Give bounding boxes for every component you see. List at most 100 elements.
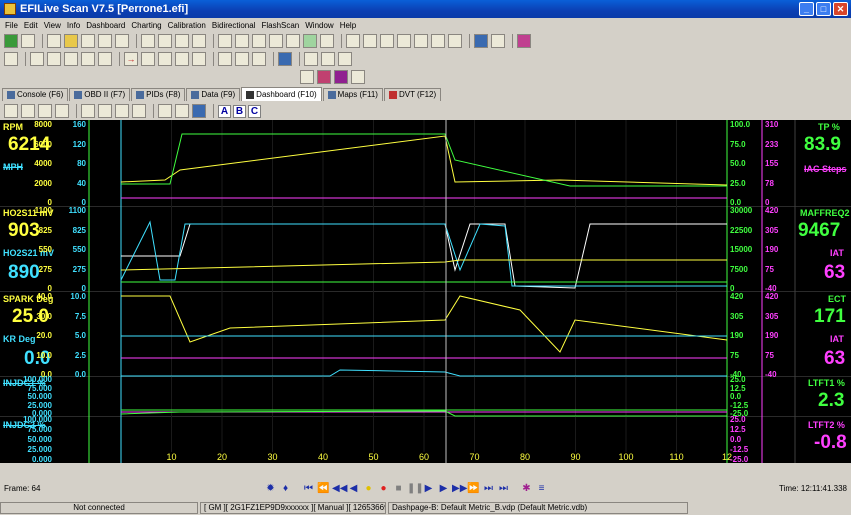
prev-marker-icon[interactable]: ⏪ <box>317 482 330 495</box>
menu-view[interactable]: View <box>41 21 64 30</box>
report-icon[interactable] <box>192 34 206 48</box>
probe-icon[interactable] <box>303 34 317 48</box>
zoom-out-icon[interactable] <box>397 34 411 48</box>
capture-icon[interactable] <box>218 34 232 48</box>
monitor-icon[interactable] <box>474 34 488 48</box>
next-marker-icon[interactable]: ⏩ <box>467 482 480 495</box>
flag-icon[interactable] <box>98 52 112 66</box>
prev-frame-icon[interactable]: ◀ <box>347 482 360 495</box>
disconnect-icon[interactable] <box>21 34 35 48</box>
open-folder-icon[interactable] <box>64 34 78 48</box>
next-frame-icon[interactable]: ▶ <box>437 482 450 495</box>
menu-help[interactable]: Help <box>337 21 359 30</box>
marker-icon[interactable]: ● <box>362 482 375 495</box>
tab-data[interactable]: Data (F9) <box>186 88 241 101</box>
record-icon[interactable]: ● <box>377 482 390 495</box>
tab-dashboard[interactable]: Dashboard (F10) <box>241 87 322 101</box>
connect-icon[interactable] <box>4 34 18 48</box>
dash-open-icon[interactable] <box>21 104 35 118</box>
prev-chunk-icon[interactable]: ◀◀ <box>332 482 347 495</box>
drop-icon[interactable] <box>338 52 352 66</box>
flag-icon[interactable]: ✱ <box>520 482 533 495</box>
menu-bidirectional[interactable]: Bidirectional <box>209 21 259 30</box>
scan-select-icon[interactable] <box>317 70 331 84</box>
shield-icon[interactable] <box>304 52 318 66</box>
menu-info[interactable]: Info <box>64 21 83 30</box>
tool-icon[interactable] <box>252 34 266 48</box>
page-b-button[interactable]: B <box>233 104 246 118</box>
settings-icon[interactable] <box>491 34 505 48</box>
zoom-out-y-icon[interactable] <box>431 34 445 48</box>
data-icon[interactable] <box>218 52 232 66</box>
minimize-button[interactable]: _ <box>799 2 814 16</box>
edit-icon[interactable] <box>47 52 61 66</box>
new-file-icon[interactable] <box>47 34 61 48</box>
dash-chart-icon[interactable] <box>175 104 189 118</box>
zoom-in-y-icon[interactable] <box>380 34 394 48</box>
lock-icon[interactable] <box>321 52 335 66</box>
clock-icon[interactable] <box>286 34 300 48</box>
dash-gauge4-icon[interactable] <box>132 104 146 118</box>
scan-record-icon[interactable] <box>334 70 348 84</box>
config-icon[interactable] <box>235 52 249 66</box>
dash-layout-icon[interactable] <box>158 104 172 118</box>
read-icon[interactable] <box>141 52 155 66</box>
tab-console[interactable]: Console (F6) <box>2 88 69 101</box>
save-icon[interactable] <box>81 34 95 48</box>
dash-gauge3-icon[interactable] <box>115 104 129 118</box>
save-as-icon[interactable] <box>98 34 112 48</box>
book-icon[interactable] <box>517 34 531 48</box>
page-c-button[interactable]: C <box>248 104 261 118</box>
menu-calibration[interactable]: Calibration <box>165 21 209 30</box>
tune-icon[interactable]: ♦ <box>279 482 292 495</box>
scan-config-icon[interactable] <box>300 70 314 84</box>
erase-icon[interactable] <box>192 52 206 66</box>
properties-icon[interactable] <box>115 34 129 48</box>
dash-saveas-icon[interactable] <box>55 104 69 118</box>
dash-gauge2-icon[interactable] <box>98 104 112 118</box>
search-icon[interactable] <box>175 34 189 48</box>
maximize-button[interactable]: □ <box>816 2 831 16</box>
tab-maps[interactable]: Maps (F11) <box>322 88 383 101</box>
grid-icon[interactable] <box>235 34 249 48</box>
user-icon[interactable] <box>278 52 292 66</box>
print-preview-icon[interactable] <box>158 34 172 48</box>
settings-icon[interactable]: ✹ <box>264 482 277 495</box>
menu-charting[interactable]: Charting <box>128 21 164 30</box>
zoom-in-icon[interactable] <box>346 34 360 48</box>
menu-flashscan[interactable]: FlashScan <box>258 21 302 30</box>
dash-graph-icon[interactable] <box>192 104 206 118</box>
chart-area[interactable]: 10 20 30 40 50 60 70 80 90 100 110 12 <box>0 120 851 463</box>
check-icon[interactable] <box>30 52 44 66</box>
last-frame-icon[interactable]: ⏭ <box>482 482 495 495</box>
first-frame-icon[interactable]: ⏮ <box>302 482 315 495</box>
zoom-in-x-icon[interactable] <box>363 34 377 48</box>
menu-file[interactable]: File <box>2 21 21 30</box>
next-chunk-icon[interactable]: ▶▶ <box>452 482 467 495</box>
tab-dvt[interactable]: DVT (F12) <box>383 88 442 101</box>
menu-dashboard[interactable]: Dashboard <box>83 21 128 30</box>
tab-pids[interactable]: PIDs (F8) <box>131 88 186 101</box>
last-icon[interactable]: ⏭ <box>497 482 510 495</box>
list-icon[interactable]: ≡ <box>535 482 548 495</box>
print-icon[interactable] <box>141 34 155 48</box>
chip-icon[interactable] <box>252 52 266 66</box>
tab-obd2[interactable]: OBD II (F7) <box>69 88 131 101</box>
zoom-reset-icon[interactable] <box>448 34 462 48</box>
stop-icon[interactable]: ■ <box>392 482 405 495</box>
page-a-button[interactable]: A <box>218 104 231 118</box>
close-button[interactable]: ✕ <box>833 2 848 16</box>
arrow-right-icon[interactable]: → <box>124 52 138 66</box>
dash-gauge-icon[interactable] <box>81 104 95 118</box>
write-icon[interactable] <box>158 52 172 66</box>
menu-window[interactable]: Window <box>302 21 336 30</box>
pause-icon[interactable]: ❚❚ <box>407 482 424 495</box>
pin-icon[interactable] <box>81 52 95 66</box>
stop-icon[interactable] <box>320 34 334 48</box>
hand-icon[interactable] <box>269 34 283 48</box>
validate-icon[interactable] <box>64 52 78 66</box>
verify-icon[interactable] <box>175 52 189 66</box>
zoom-out-x-icon[interactable] <box>414 34 428 48</box>
grid-toggle-icon[interactable] <box>4 52 18 66</box>
scan-flag-icon[interactable] <box>351 70 365 84</box>
